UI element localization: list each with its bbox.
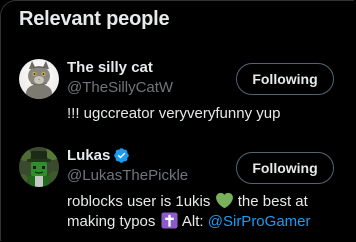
person-item[interactable]: The silly cat @TheSillyCatW Following !!… [1,51,354,131]
name-row: The silly cat [67,59,153,76]
display-name[interactable]: Lukas [67,147,110,164]
person-item[interactable]: Lukas @LukasThePickle Following roblocks… [1,139,354,241]
avatar[interactable] [19,147,59,187]
verified-badge-icon [114,148,130,163]
following-button[interactable]: Following [236,63,334,95]
user-bio: roblocks user is 1ukis the best at makin… [67,192,337,232]
panel-title: Relevant people [19,8,170,30]
user-handle[interactable]: @LukasThePickle [67,167,188,184]
bio-mention-link[interactable]: @SirProGamer [208,213,311,230]
user-handle[interactable]: @TheSillyCatW [67,79,173,96]
cat-avatar-icon [19,59,59,99]
user-bio: !!! ugccreator veryveryfunny yup [67,104,337,124]
following-button[interactable]: Following [236,152,334,184]
relevant-people-panel: Relevant people The silly cat @TheSillyC… [0,0,354,241]
avatar[interactable] [19,59,59,99]
name-row: Lukas [67,147,130,164]
latin-cross-icon [161,212,178,229]
pickle-avatar-icon [19,147,59,187]
green-heart-icon [215,192,233,209]
bio-text: !!! ugccreator veryveryfunny yup [67,105,281,122]
display-name[interactable]: The silly cat [67,59,153,76]
bio-text: Alt: [181,213,204,230]
bio-text: roblocks user is 1ukis [67,193,211,210]
